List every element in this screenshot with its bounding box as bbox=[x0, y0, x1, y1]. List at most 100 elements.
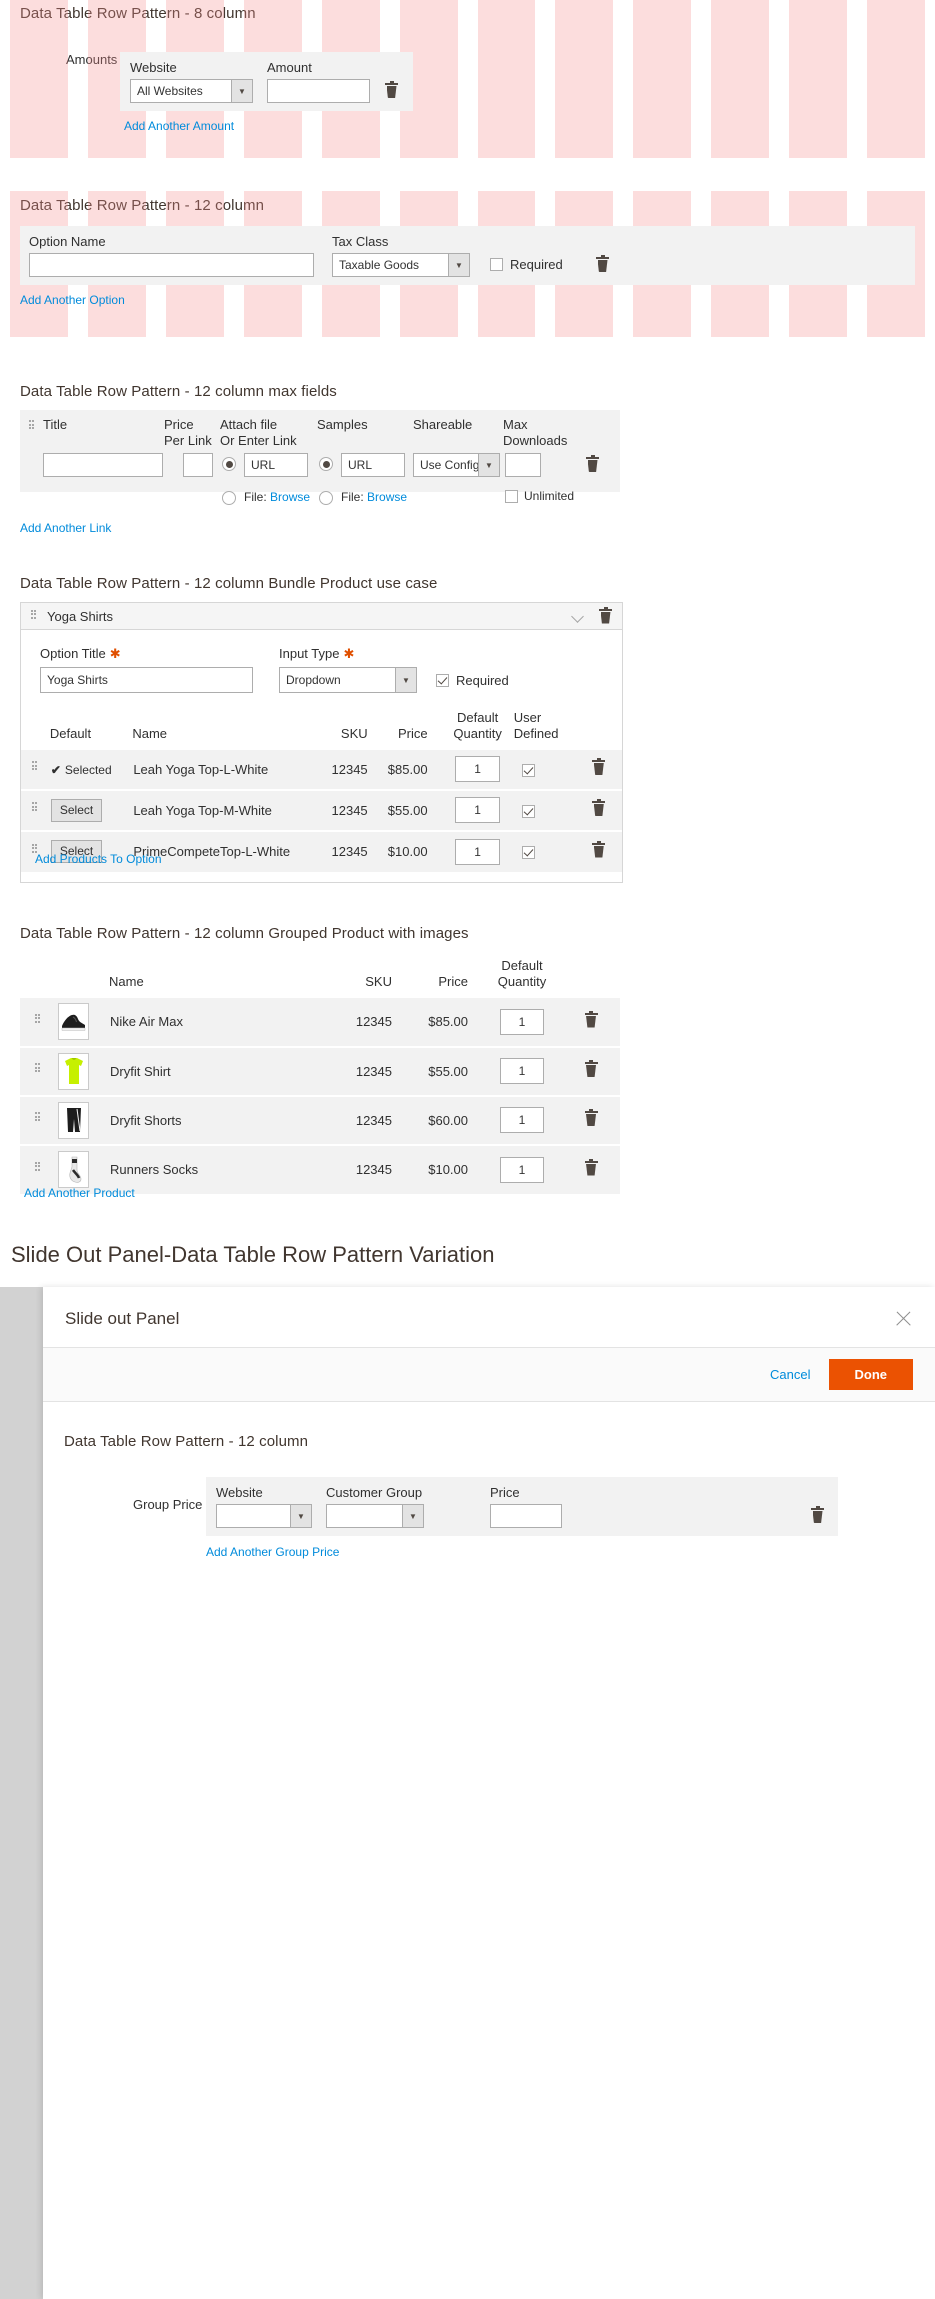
section-bundle-product: Data Table Row Pattern - 12 column Bundl… bbox=[0, 572, 935, 892]
delete-row-button[interactable] bbox=[585, 1111, 598, 1126]
user-defined-checkbox[interactable] bbox=[522, 805, 535, 818]
delete-row-button[interactable] bbox=[586, 457, 599, 472]
website-select[interactable]: ▼ bbox=[216, 1504, 312, 1528]
section-title-slide-out-panel: Slide Out Panel-Data Table Row Pattern V… bbox=[11, 1242, 494, 1268]
price-cell: $10.00 bbox=[406, 1145, 482, 1194]
tax-class-select-value: Taxable Goods bbox=[333, 254, 448, 276]
drag-handle-icon[interactable] bbox=[29, 420, 36, 433]
sku-cell: 12345 bbox=[316, 1047, 406, 1096]
chevron-down-icon: ▼ bbox=[448, 254, 469, 276]
group-price-row: Website Customer Group Price ▼ ▼ bbox=[206, 1477, 838, 1536]
delete-row-button[interactable] bbox=[385, 83, 398, 98]
add-another-group-price-link[interactable]: Add Another Group Price bbox=[206, 1545, 339, 1559]
chevron-down-icon[interactable] bbox=[572, 612, 585, 620]
bundle-required-checkbox[interactable] bbox=[436, 674, 449, 687]
selected-indicator[interactable]: ✔Selected bbox=[51, 763, 112, 777]
delete-row-button[interactable] bbox=[592, 843, 605, 858]
delete-row-button[interactable] bbox=[585, 1161, 598, 1176]
section-title-8-column: Data Table Row Pattern - 8 column bbox=[20, 5, 256, 22]
drag-handle-icon[interactable] bbox=[35, 1014, 42, 1027]
unlimited-checkbox[interactable] bbox=[505, 490, 518, 503]
delete-row-button[interactable] bbox=[585, 1013, 598, 1028]
col-header-title: Title bbox=[43, 417, 67, 433]
delete-row-button[interactable] bbox=[811, 1508, 824, 1523]
table-row: ✔Selected Leah Yoga Top-L-White 12345 $8… bbox=[21, 750, 622, 790]
default-quantity-input[interactable] bbox=[455, 756, 500, 782]
cancel-button[interactable]: Cancel bbox=[770, 1367, 810, 1382]
add-another-option-link[interactable]: Add Another Option bbox=[20, 293, 125, 307]
add-products-to-option-link[interactable]: Add Products To Option bbox=[35, 852, 162, 866]
website-select[interactable]: All Websites ▼ bbox=[130, 79, 253, 103]
samples-browse-link[interactable]: Browse bbox=[367, 490, 407, 504]
default-quantity-input[interactable] bbox=[455, 797, 500, 823]
samples-url-radio[interactable] bbox=[319, 457, 333, 471]
col-header-max-downloads: Max Downloads bbox=[503, 417, 567, 450]
price-cell: $60.00 bbox=[406, 1096, 482, 1145]
option-title-input[interactable] bbox=[40, 667, 253, 693]
required-checkbox[interactable] bbox=[490, 258, 503, 271]
select-default-button[interactable]: Select bbox=[51, 799, 102, 822]
delete-row-button[interactable] bbox=[592, 801, 605, 816]
drag-handle-icon[interactable] bbox=[35, 1162, 42, 1175]
sku-cell: 12345 bbox=[308, 790, 378, 831]
drag-handle-icon[interactable] bbox=[32, 761, 39, 774]
add-another-product-link[interactable]: Add Another Product bbox=[24, 1186, 135, 1200]
section-title-grouped-product: Data Table Row Pattern - 12 column Group… bbox=[20, 925, 469, 942]
chevron-down-icon: ▼ bbox=[402, 1505, 423, 1527]
attach-browse-link[interactable]: Browse bbox=[270, 490, 310, 504]
table-row: Dryfit Shirt 12345 $55.00 bbox=[20, 1047, 620, 1096]
tax-class-select[interactable]: Taxable Goods ▼ bbox=[332, 253, 470, 277]
price-input[interactable] bbox=[490, 1504, 562, 1528]
user-defined-cell bbox=[514, 790, 576, 831]
samples-url-input[interactable] bbox=[341, 453, 405, 477]
col-header-shareable: Shareable bbox=[413, 417, 472, 433]
max-downloads-input[interactable] bbox=[505, 453, 541, 477]
close-icon[interactable] bbox=[894, 1309, 913, 1328]
input-type-select[interactable]: Dropdown ▼ bbox=[279, 667, 417, 693]
quantity-cell bbox=[482, 1096, 562, 1145]
default-quantity-input[interactable] bbox=[455, 839, 500, 865]
bundle-panel-header: Yoga Shirts bbox=[21, 603, 622, 630]
delete-panel-button[interactable] bbox=[599, 609, 612, 624]
actions-cell bbox=[576, 831, 622, 872]
drag-handle-icon[interactable] bbox=[35, 1112, 42, 1125]
col-header-user-defined: User Defined bbox=[514, 710, 576, 750]
col-header-attach-file: Attach file Or Enter Link bbox=[220, 417, 297, 450]
drag-handle-icon[interactable] bbox=[35, 1063, 42, 1076]
name-cell: Nike Air Max bbox=[109, 998, 316, 1047]
delete-row-button[interactable] bbox=[585, 1062, 598, 1077]
default-quantity-input[interactable] bbox=[500, 1058, 544, 1084]
default-quantity-input[interactable] bbox=[500, 1107, 544, 1133]
amount-input[interactable] bbox=[267, 79, 370, 103]
shareable-select[interactable]: Use Config ▼ bbox=[413, 453, 500, 477]
shareable-select-value: Use Config bbox=[414, 454, 478, 476]
add-another-amount-link[interactable]: Add Another Amount bbox=[124, 119, 234, 133]
attach-file-label: File: Browse bbox=[244, 490, 310, 504]
attach-file-radio[interactable] bbox=[222, 491, 236, 505]
col-header-website: Website bbox=[216, 1485, 263, 1501]
drag-handle-icon[interactable] bbox=[31, 610, 38, 623]
add-another-link-link[interactable]: Add Another Link bbox=[20, 521, 111, 535]
name-cell: Leah Yoga Top-M-White bbox=[132, 790, 307, 831]
done-button[interactable]: Done bbox=[829, 1359, 914, 1390]
delete-row-button[interactable] bbox=[596, 257, 609, 272]
title-input[interactable] bbox=[43, 453, 163, 477]
actions-cell bbox=[562, 1145, 620, 1194]
price-per-link-input[interactable] bbox=[183, 453, 213, 477]
option-name-input[interactable] bbox=[29, 253, 314, 277]
customer-group-select[interactable]: ▼ bbox=[326, 1504, 424, 1528]
user-defined-checkbox[interactable] bbox=[522, 846, 535, 859]
drag-handle-icon[interactable] bbox=[32, 802, 39, 815]
default-quantity-input[interactable] bbox=[500, 1157, 544, 1183]
attach-url-input[interactable] bbox=[244, 453, 308, 477]
attach-url-radio[interactable] bbox=[222, 457, 236, 471]
max-downloads-line1: Max bbox=[503, 417, 567, 433]
user-defined-checkbox[interactable] bbox=[522, 764, 535, 777]
table-row: Dryfit Shorts 12345 $60.00 bbox=[20, 1096, 620, 1145]
delete-row-button[interactable] bbox=[592, 760, 605, 775]
default-quantity-input[interactable] bbox=[500, 1009, 544, 1035]
quantity-cell bbox=[482, 1145, 562, 1194]
samples-file-radio[interactable] bbox=[319, 491, 333, 505]
required-indicator: ✱ bbox=[110, 646, 121, 661]
image-cell bbox=[57, 998, 109, 1047]
